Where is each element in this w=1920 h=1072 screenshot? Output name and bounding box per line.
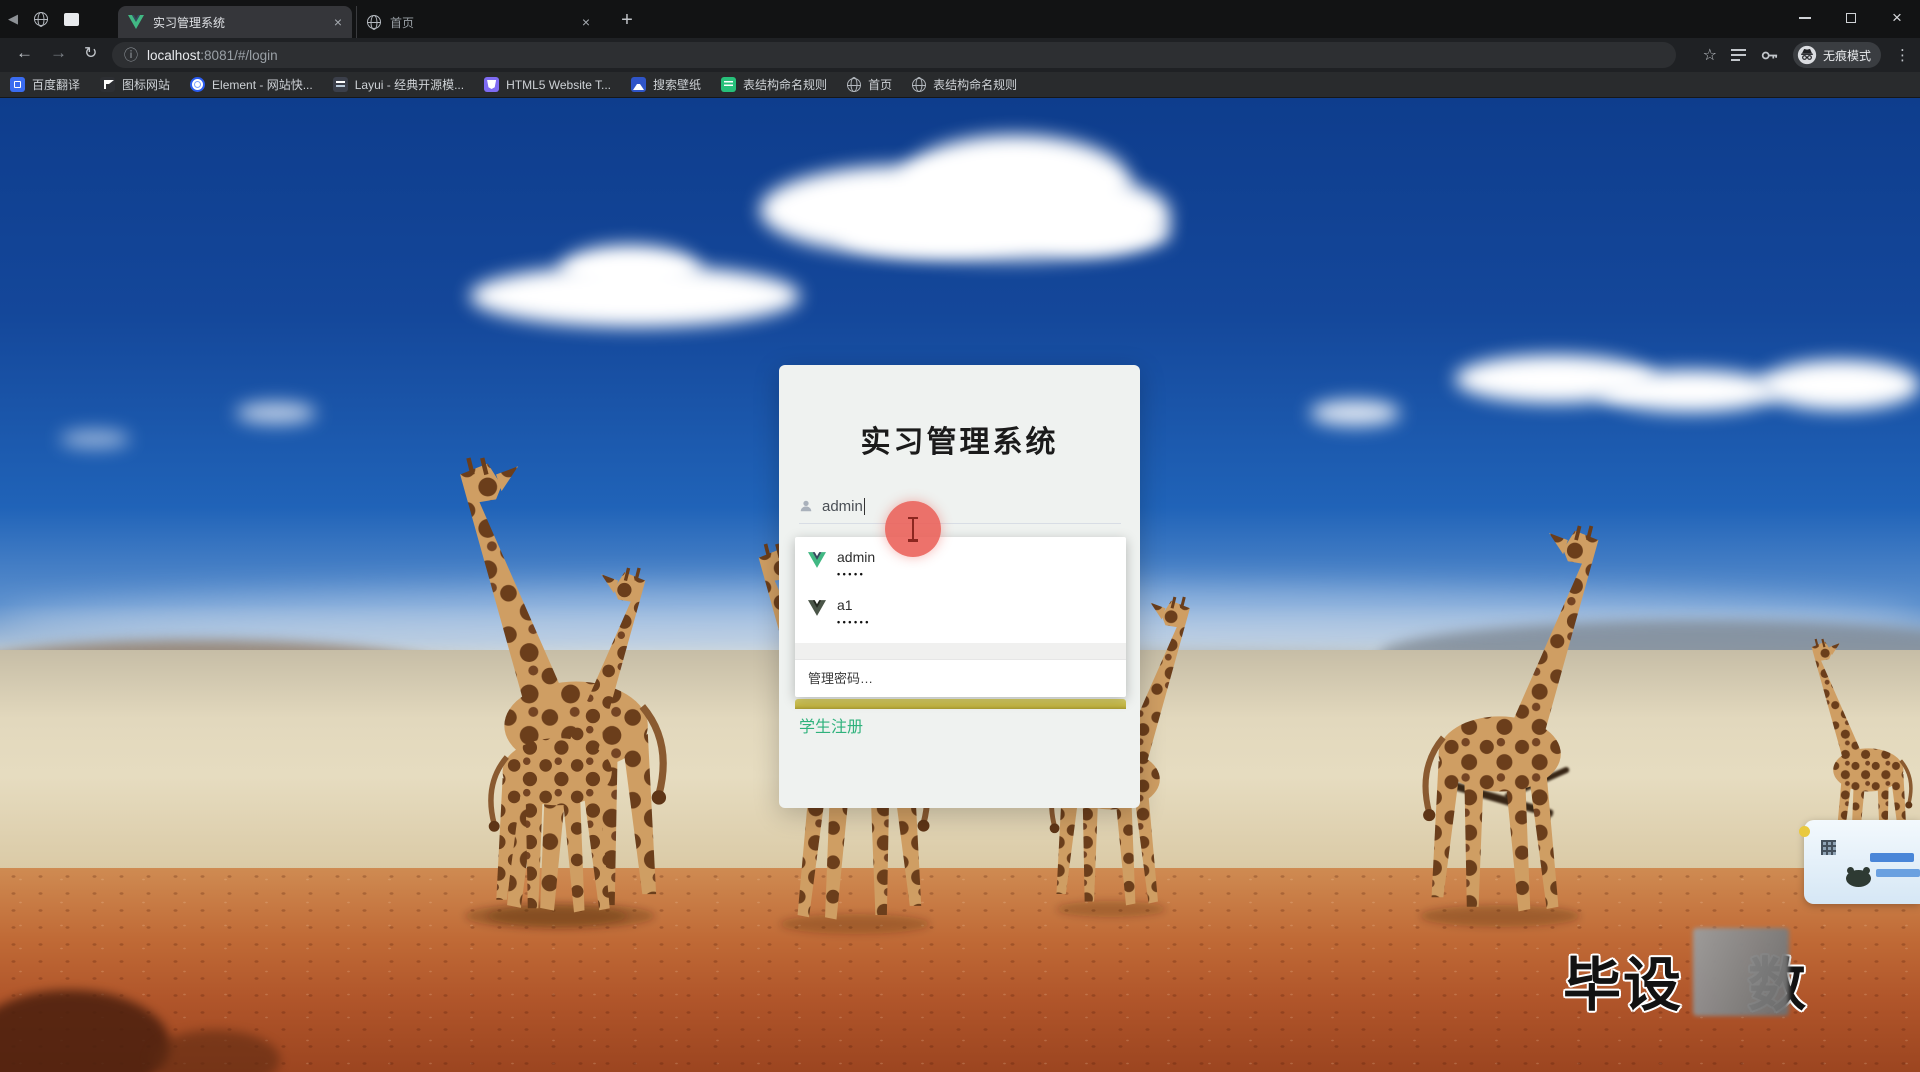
- address-bar[interactable]: ⓘ localhost:8081/#/login: [112, 42, 1676, 68]
- maximize-button[interactable]: [1828, 0, 1874, 36]
- vue-favicon-icon: [808, 552, 826, 568]
- tab-internship-system[interactable]: 实习管理系统 ×: [118, 6, 352, 38]
- html5-favicon-icon: [484, 77, 500, 92]
- tab-title: 实习管理系统: [153, 15, 226, 30]
- autofill-dropdown: admin ••••• a1 •••••• 管理密码…: [795, 537, 1126, 697]
- panda-icon: [1846, 867, 1871, 887]
- student-register-link[interactable]: 学生注册: [799, 713, 863, 737]
- bookmark-home[interactable]: 首页: [847, 76, 892, 93]
- incognito-badge[interactable]: 无痕模式: [1792, 42, 1881, 68]
- text-caret: [863, 497, 865, 515]
- autofill-password-dots: ••••••: [837, 617, 871, 627]
- qr-grid-icon: [1821, 840, 1836, 855]
- text-cursor-icon: [908, 516, 917, 542]
- media-back-icon[interactable]: ◀: [8, 8, 18, 30]
- bookmark-baidu-translate[interactable]: 百度翻译: [10, 76, 80, 93]
- bookmark-table-naming[interactable]: 表结构命名规则: [721, 76, 827, 93]
- bookmark-element[interactable]: Element - 网站快...: [190, 76, 313, 93]
- watermark-blur-box: [1693, 928, 1789, 1016]
- back-button[interactable]: ←: [16, 43, 33, 63]
- bookmark-star-icon[interactable]: ☆: [1703, 45, 1717, 65]
- menu-dots-icon[interactable]: ⋮: [1895, 46, 1910, 64]
- bookmark-html5-templates[interactable]: HTML5 Website T...: [484, 77, 611, 92]
- bookmark-wallpaper-search[interactable]: 搜索壁纸: [631, 76, 701, 93]
- watermark-text: 毕设: [1563, 953, 1684, 1018]
- window-square-icon[interactable]: [64, 12, 79, 26]
- tab-home[interactable]: 首页 ×: [356, 6, 600, 38]
- bookmark-layui[interactable]: Layui - 经典开源模...: [332, 76, 464, 93]
- login-button[interactable]: [795, 699, 1126, 709]
- cursor-highlight: [885, 501, 941, 557]
- url-host: localhost: [147, 47, 201, 63]
- browser-toolbar: ← → ↻ ⓘ localhost:8081/#/login ☆ 无痕模式 ⋮: [0, 38, 1920, 72]
- tab-close-icon[interactable]: ×: [334, 15, 342, 29]
- window-close-button[interactable]: ×: [1874, 0, 1920, 36]
- vue-favicon-dark-icon: [808, 600, 826, 616]
- element-favicon-icon: [190, 77, 206, 92]
- password-key-icon[interactable]: [1760, 46, 1779, 65]
- login-page-background: 实习管理系统 admin admin ••••• a1 •••••• 管理密码……: [0, 98, 1920, 1072]
- autofill-entry[interactable]: a1 ••••••: [795, 593, 1126, 637]
- bookmarks-bar: 百度翻译 图标网站 Element - 网站快... Layui - 经典开源模…: [0, 72, 1920, 98]
- browser-window: ◀ 实习管理系统 × 首页 × + × ← → ↻ ⓘ localhost:80…: [0, 0, 1920, 1072]
- autofill-username: admin: [837, 549, 876, 565]
- minimize-button[interactable]: [1782, 0, 1828, 36]
- bookmark-table-naming-2[interactable]: 表结构命名规则: [912, 76, 1017, 93]
- incognito-label: 无痕模式: [1822, 48, 1871, 63]
- autofill-entry[interactable]: admin •••••: [795, 545, 1126, 589]
- site-info-icon[interactable]: ⓘ: [124, 45, 138, 65]
- flag-favicon-icon: [100, 77, 116, 92]
- manage-passwords-link[interactable]: 管理密码…: [795, 659, 1126, 698]
- new-tab-button[interactable]: +: [614, 8, 640, 34]
- autofill-password-dots: •••••: [837, 569, 866, 579]
- tab-title: 首页: [390, 15, 415, 30]
- globe-favicon-icon: [912, 77, 927, 92]
- username-input[interactable]: admin: [799, 489, 1121, 524]
- globe-icon[interactable]: [34, 12, 48, 26]
- sticker-dot: [1799, 826, 1810, 837]
- forward-button[interactable]: →: [50, 43, 67, 63]
- autofill-separator: [795, 643, 1126, 659]
- globe-favicon-icon: [847, 77, 862, 92]
- login-title: 实习管理系统: [860, 426, 1059, 459]
- reading-list-icon[interactable]: [1730, 49, 1746, 61]
- bookmark-icon-site[interactable]: 图标网站: [100, 76, 170, 93]
- login-card: 实习管理系统 admin admin ••••• a1 •••••• 管理密码……: [779, 365, 1140, 808]
- tab-close-icon[interactable]: ×: [582, 15, 590, 29]
- contact-sticker: [1799, 820, 1920, 904]
- reload-button[interactable]: ↻: [84, 43, 97, 63]
- green-favicon-icon: [721, 77, 737, 92]
- autofill-username: a1: [837, 597, 853, 613]
- sticker-text-line: [1870, 853, 1914, 862]
- wallpaper-favicon-icon: [631, 77, 647, 92]
- user-icon: [800, 500, 812, 512]
- globe-favicon-icon: [367, 15, 381, 29]
- tab-strip: ◀ 实习管理系统 × 首页 × + ×: [0, 0, 1920, 38]
- sticker-text-line: [1876, 869, 1920, 877]
- username-value: admin: [822, 497, 863, 515]
- baidu-favicon-icon: [10, 77, 25, 92]
- incognito-icon: [1797, 45, 1817, 65]
- url-path: :8081/#/login: [200, 47, 278, 63]
- layui-favicon-icon: [332, 77, 348, 92]
- vue-logo-icon: [128, 15, 144, 29]
- url-text: localhost:8081/#/login: [147, 48, 278, 63]
